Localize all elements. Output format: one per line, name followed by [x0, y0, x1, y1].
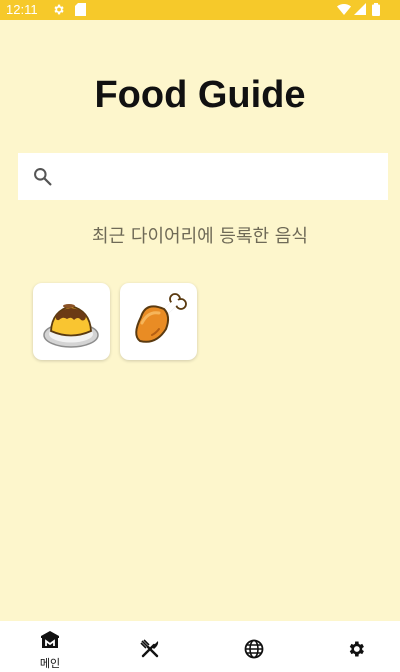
- nav-item-world[interactable]: [200, 621, 300, 672]
- nav-item-main[interactable]: 메인: [0, 621, 100, 672]
- bottom-navigation: 메인: [0, 621, 400, 672]
- food-card-pudding[interactable]: [33, 283, 110, 360]
- settings-icon: [346, 639, 366, 663]
- globe-icon: [244, 639, 264, 663]
- signal-icon: [354, 3, 366, 18]
- battery-icon: [372, 3, 380, 19]
- search-input[interactable]: [66, 161, 380, 193]
- status-bar: 12:11: [0, 0, 400, 20]
- search-icon: [32, 166, 53, 191]
- recent-foods-heading: 최근 다이어리에 등록한 음식: [92, 226, 308, 247]
- chicken-leg-icon: [135, 293, 187, 343]
- page-title: Food Guide: [94, 74, 306, 116]
- gear-icon: [52, 3, 65, 19]
- status-time: 12:11: [6, 2, 38, 17]
- sd-card-icon: [75, 3, 86, 19]
- nav-label-main: 메인: [39, 657, 61, 670]
- nav-item-settings[interactable]: [300, 621, 400, 672]
- wifi-icon: [337, 3, 351, 18]
- pudding-icon: [43, 304, 99, 348]
- nav-item-food[interactable]: [100, 621, 200, 672]
- food-card-chicken[interactable]: [120, 283, 197, 360]
- home-icon: [40, 630, 60, 654]
- search-bar[interactable]: [18, 153, 388, 200]
- fork-knife-icon: [140, 639, 160, 663]
